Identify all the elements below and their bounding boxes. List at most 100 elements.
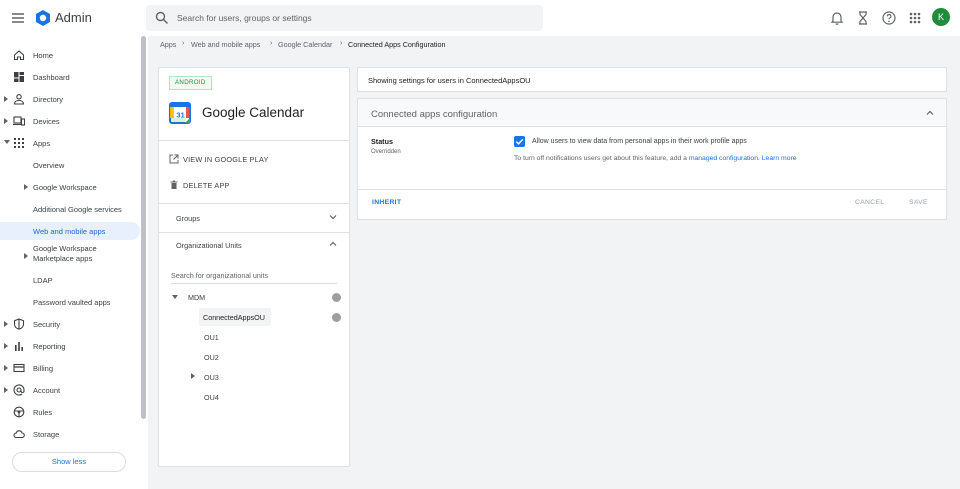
expand-arrow-icon[interactable] bbox=[4, 118, 9, 124]
save-button[interactable]: SAVE bbox=[909, 199, 928, 206]
show-less-button[interactable]: Show less bbox=[12, 452, 126, 472]
sidebar-item-ldap[interactable]: LDAP bbox=[0, 271, 140, 289]
chevron-up-icon[interactable] bbox=[925, 108, 935, 118]
delete-app-button[interactable]: DELETE APP bbox=[169, 179, 249, 193]
status-dot bbox=[332, 313, 341, 322]
status-label: Status bbox=[371, 137, 393, 146]
admin-logo-icon[interactable] bbox=[34, 9, 52, 27]
expand-arrow-icon[interactable] bbox=[4, 343, 9, 349]
cloud-icon bbox=[13, 428, 25, 440]
expand-arrow-icon[interactable] bbox=[190, 373, 196, 379]
app-title: Google Calendar bbox=[202, 105, 305, 120]
groups-section-label[interactable]: Groups bbox=[176, 214, 200, 223]
cancel-button[interactable]: CANCEL bbox=[855, 199, 884, 206]
divider bbox=[358, 189, 946, 190]
sidebar-item-rules[interactable]: Rules bbox=[0, 403, 140, 421]
breadcrumb-separator-icon: › bbox=[182, 40, 185, 47]
tree-item-ou3[interactable]: OU3 bbox=[204, 373, 219, 382]
sidebar-item-apps[interactable]: Apps bbox=[0, 134, 140, 152]
trash-icon bbox=[169, 180, 179, 190]
expand-arrow-icon[interactable] bbox=[4, 96, 9, 102]
inherit-button[interactable]: INHERIT bbox=[372, 199, 401, 206]
sidebar-item-marketplace-apps[interactable]: Google Workspace Marketplace apps bbox=[0, 244, 140, 266]
expand-arrow-icon[interactable] bbox=[24, 253, 29, 259]
search-icon[interactable] bbox=[155, 11, 169, 25]
divider bbox=[159, 203, 349, 204]
open-external-icon bbox=[169, 154, 179, 164]
app-panel: ANDROID 31 Google Calendar VIEW IN GOOGL… bbox=[158, 67, 350, 467]
view-in-google-play-button[interactable]: VIEW IN GOOGLE PLAY bbox=[169, 153, 289, 167]
scope-info-card: Showing settings for users in ConnectedA… bbox=[357, 67, 947, 92]
allow-personal-apps-checkbox[interactable] bbox=[514, 136, 525, 147]
sidebar-scrollbar[interactable] bbox=[141, 36, 146, 419]
managed-configuration-link[interactable]: managed configuration. bbox=[689, 155, 760, 162]
tree-item-connectedappsou[interactable]: ConnectedAppsOU bbox=[203, 313, 265, 322]
expand-arrow-icon[interactable] bbox=[4, 365, 9, 371]
sidebar-item-reporting[interactable]: Reporting bbox=[0, 337, 140, 355]
top-bar: Admin Search for users, groups or settin… bbox=[0, 0, 960, 36]
breadcrumb-separator-icon: › bbox=[270, 40, 273, 47]
sidebar-item-web-and-mobile-apps[interactable]: Web and mobile apps bbox=[0, 222, 140, 240]
sidebar-item-storage[interactable]: Storage bbox=[0, 425, 140, 443]
expand-arrow-icon[interactable] bbox=[24, 184, 29, 190]
search-input[interactable]: Search for users, groups or settings bbox=[177, 13, 312, 23]
sidebar-item-devices[interactable]: Devices bbox=[0, 112, 140, 130]
learn-more-link[interactable]: Learn more bbox=[762, 155, 797, 162]
sidebar-item-account[interactable]: Account bbox=[0, 381, 140, 399]
collapse-arrow-icon[interactable] bbox=[4, 140, 10, 146]
sidebar-item-directory[interactable]: Directory bbox=[0, 90, 140, 108]
breadcrumb-current: Connected Apps Configuration bbox=[348, 40, 446, 49]
check-icon bbox=[515, 138, 524, 145]
sidebar-item-security[interactable]: Security bbox=[0, 315, 140, 333]
breadcrumb-apps[interactable]: Apps bbox=[160, 40, 176, 49]
sidebar-item-billing[interactable]: Billing bbox=[0, 359, 140, 377]
scope-info-text: Showing settings for users in ConnectedA… bbox=[368, 76, 531, 85]
chevron-down-icon[interactable] bbox=[328, 212, 338, 222]
apps-grid-icon[interactable] bbox=[907, 10, 923, 26]
billing-icon bbox=[13, 362, 25, 374]
sidebar: Home Dashboard Directory Devices Apps Ov… bbox=[0, 36, 148, 489]
bell-icon[interactable] bbox=[829, 10, 845, 26]
expand-arrow-icon[interactable] bbox=[4, 321, 9, 327]
app-name[interactable]: Admin bbox=[55, 10, 92, 25]
chevron-up-icon[interactable] bbox=[328, 239, 338, 249]
ou-search-input[interactable]: Search for organizational units bbox=[171, 268, 337, 284]
tree-item-ou2[interactable]: OU2 bbox=[204, 353, 219, 362]
sidebar-item-additional-google-services[interactable]: Additional Google services bbox=[0, 200, 140, 218]
expand-arrow-icon[interactable] bbox=[4, 387, 9, 393]
hourglass-icon[interactable] bbox=[855, 10, 871, 26]
org-units-section-label[interactable]: Organizational Units bbox=[176, 241, 242, 250]
calendar-icon-day: 31 bbox=[176, 111, 184, 120]
sidebar-item-password-vaulted-apps[interactable]: Password vaulted apps bbox=[0, 293, 140, 311]
menu-icon[interactable] bbox=[10, 10, 26, 26]
tree-item-mdm[interactable]: MDM bbox=[188, 293, 205, 302]
tree-item-ou1[interactable]: OU1 bbox=[204, 333, 219, 342]
sidebar-item-dashboard[interactable]: Dashboard bbox=[0, 68, 140, 86]
home-icon bbox=[13, 49, 25, 61]
search-bar[interactable]: Search for users, groups or settings bbox=[146, 5, 543, 31]
tree-item-ou4[interactable]: OU4 bbox=[204, 393, 219, 402]
apps-icon bbox=[13, 137, 25, 149]
bar-chart-icon bbox=[13, 340, 25, 352]
status-sub: Overridden bbox=[371, 149, 401, 155]
platform-badge: ANDROID bbox=[169, 76, 212, 90]
scope-prefix: Showing settings for users in bbox=[368, 76, 466, 85]
card-title: Connected apps configuration bbox=[371, 109, 498, 120]
devices-icon bbox=[13, 115, 25, 127]
sidebar-item-home[interactable]: Home bbox=[0, 46, 140, 64]
sidebar-item-google-workspace[interactable]: Google Workspace bbox=[0, 178, 140, 196]
collapse-arrow-icon[interactable] bbox=[172, 294, 178, 300]
status-dot bbox=[332, 293, 341, 302]
sidebar-item-overview[interactable]: Overview bbox=[0, 156, 140, 174]
help-icon[interactable] bbox=[881, 10, 897, 26]
breadcrumb-web-and-mobile-apps[interactable]: Web and mobile apps bbox=[191, 40, 260, 49]
google-calendar-icon: 31 bbox=[169, 102, 191, 124]
avatar[interactable]: K bbox=[932, 8, 950, 26]
scope-ou: ConnectedAppsOU bbox=[465, 76, 531, 85]
note-text: To turn off notifications users get abou… bbox=[514, 155, 689, 162]
card-header[interactable]: Connected apps configuration bbox=[358, 99, 946, 127]
breadcrumb-google-calendar[interactable]: Google Calendar bbox=[278, 40, 332, 49]
rules-icon bbox=[13, 406, 25, 418]
checkbox-label[interactable]: Allow users to view data from personal a… bbox=[532, 138, 747, 145]
person-icon bbox=[13, 93, 25, 105]
